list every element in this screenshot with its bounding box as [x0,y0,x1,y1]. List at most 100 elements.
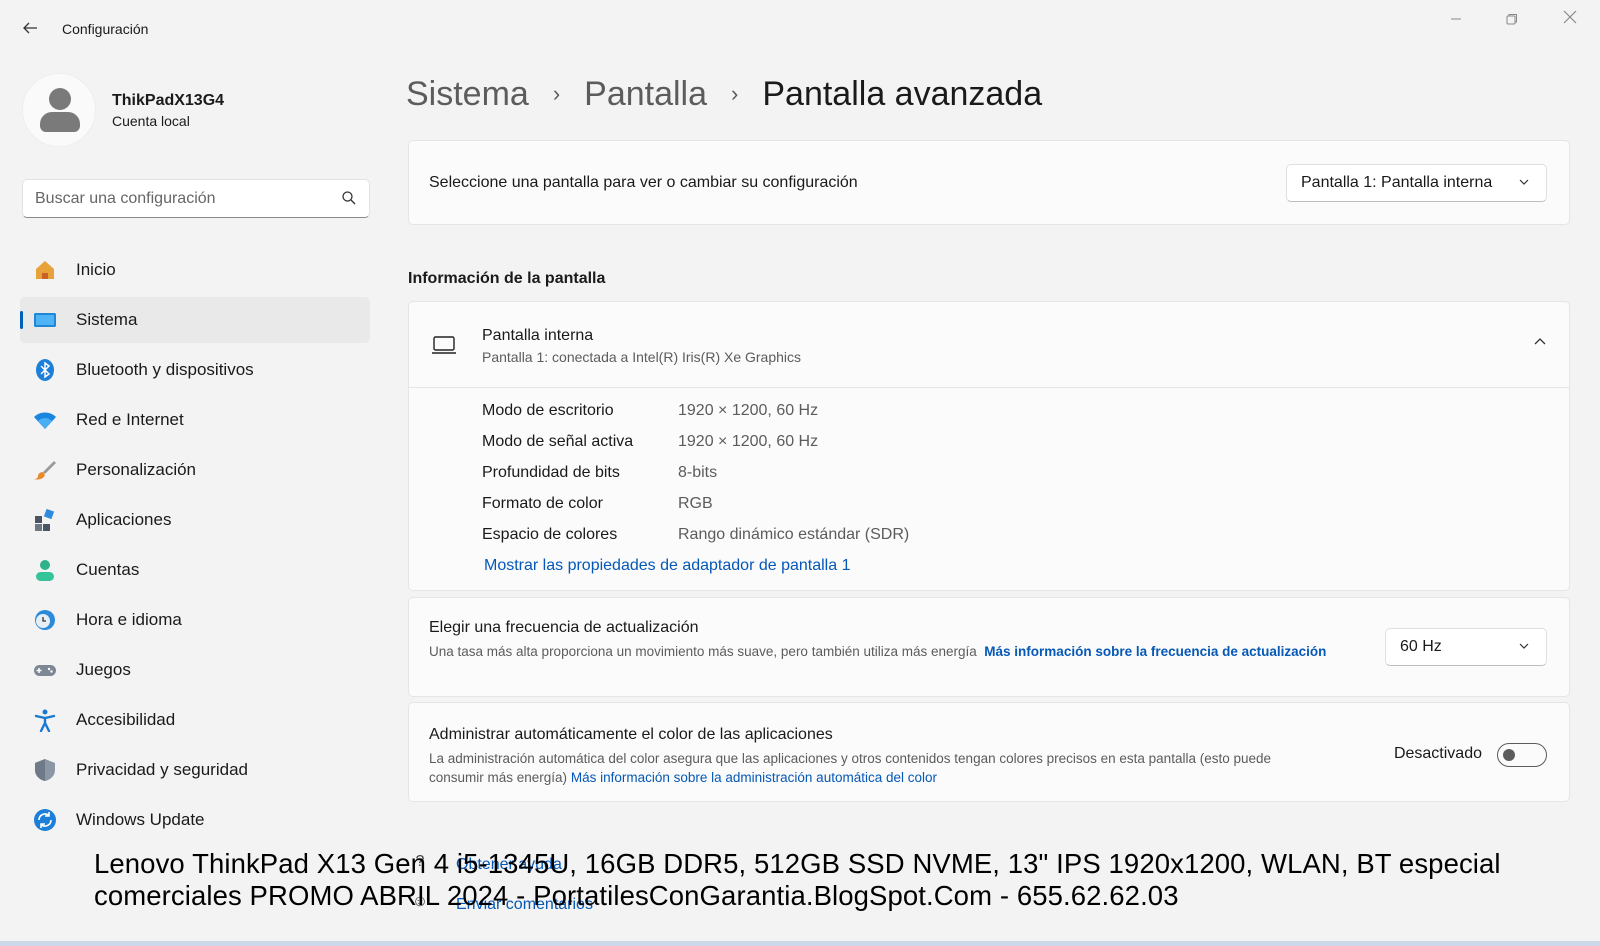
info-value: 8-bits [678,464,718,481]
chevron-down-icon [1519,643,1529,649]
auto-color-title: Administrar automáticamente el color de … [429,726,833,743]
minimize-button[interactable] [1436,8,1476,32]
apps-icon [35,508,55,531]
user-profile[interactable]: ThikPadX13G4 Cuenta local [22,73,362,149]
info-row: Espacio de colores Rango dinámico estánd… [482,526,909,557]
display-info-card: Pantalla interna Pantalla 1: conectada a… [408,301,1570,591]
close-icon [1563,10,1577,24]
auto-color-description: La administración automática del color a… [429,749,1329,787]
breadcrumb-pantalla[interactable]: Pantalla [584,75,707,114]
display-connection: Pantalla 1: conectada a Intel(R) Iris(R)… [482,349,802,365]
sidebar-item-label: Aplicaciones [76,510,172,529]
refresh-rate-learn-more-link[interactable]: Más información sobre la frecuencia de a… [984,644,1326,659]
brush-icon [34,461,56,480]
chevron-right-icon: › [731,81,739,106]
info-key: Formato de color [482,495,603,512]
sidebar-item-sistema[interactable]: Sistema [20,297,370,343]
promo-watermark: Lenovo ThinkPad X13 Gen 4 i5-1345U, 16GB… [94,848,1594,912]
display-info-rows: Modo de escritorio 1920 × 1200, 60 Hz Mo… [482,402,909,557]
sidebar-nav: Inicio Sistema Bluetooth y dispositivos … [20,247,370,847]
chevron-right-icon: › [552,81,561,106]
sidebar-item-label: Inicio [76,260,116,279]
sidebar-item-hora[interactable]: Hora e idioma [20,597,370,643]
display-select-card: Seleccione una pantalla para ver o cambi… [408,140,1570,225]
sidebar-item-aplicaciones[interactable]: Aplicaciones [20,497,370,543]
sidebar-item-label: Windows Update [76,810,205,829]
account-type: Cuenta local [112,113,190,129]
info-key: Modo de señal activa [482,433,634,450]
search-input[interactable] [35,187,325,211]
close-button[interactable] [1550,8,1590,32]
sidebar-item-personalizacion[interactable]: Personalización [20,447,370,493]
search-icon[interactable] [341,190,357,206]
info-row: Formato de color RGB [482,495,909,526]
sidebar-item-label: Red e Internet [76,410,184,429]
update-icon [34,809,56,831]
display-name: Pantalla interna [482,327,594,344]
sidebar-item-label: Juegos [76,660,131,679]
chevron-down-icon [1519,179,1529,185]
info-value: RGB [678,495,713,512]
display-info-header[interactable]: Pantalla interna Pantalla 1: conectada a… [409,302,1569,388]
adapter-properties-link[interactable]: Mostrar las propiedades de adaptador de … [484,557,850,575]
auto-color-toggle[interactable] [1497,743,1547,767]
wifi-icon [34,412,56,429]
sidebar-item-privacidad[interactable]: Privacidad y seguridad [20,747,370,793]
info-value: 1920 × 1200, 60 Hz [678,433,819,450]
breadcrumb-sistema[interactable]: Sistema [406,75,529,114]
system-icon [34,313,56,327]
sidebar-item-label: Cuentas [76,560,140,579]
refresh-rate-value: 60 Hz [1400,638,1442,655]
arrow-left-icon [23,22,37,34]
sidebar-item-label: Accesibilidad [76,710,176,729]
shield-icon [35,759,55,781]
search-box[interactable] [22,179,370,218]
watermark-line-2: comerciales PROMO ABRIL 2024 - Portatile… [94,880,1179,911]
info-row: Modo de escritorio 1920 × 1200, 60 Hz [482,402,909,433]
refresh-rate-dropdown[interactable]: 60 Hz [1385,628,1547,666]
back-button[interactable] [18,18,42,42]
sidebar-item-label: Personalización [76,460,197,479]
info-key: Profundidad de bits [482,464,620,481]
sidebar-item-cuentas[interactable]: Cuentas [20,547,370,593]
home-icon [36,261,54,279]
accessibility-icon [34,709,56,732]
laptop-icon [432,336,456,354]
chevron-up-icon[interactable] [1533,334,1547,348]
sidebar-item-inicio[interactable]: Inicio [20,247,370,293]
accounts-icon [36,560,54,581]
user-name: ThikPadX13G4 [112,92,225,109]
sidebar-item-red[interactable]: Red e Internet [20,397,370,443]
info-key: Espacio de colores [482,526,618,543]
info-row: Modo de señal activa 1920 × 1200, 60 Hz [482,433,909,464]
minimize-icon [1451,18,1461,20]
refresh-rate-description-text: Una tasa más alta proporciona un movimie… [429,644,977,659]
sidebar-item-accesibilidad[interactable]: Accesibilidad [20,697,370,743]
info-value: Rango dinámico estándar (SDR) [678,526,910,543]
app-title: Configuración [62,21,149,37]
sidebar-item-label: Bluetooth y dispositivos [76,360,254,379]
display-dropdown[interactable]: Pantalla 1: Pantalla interna [1286,164,1547,202]
page-title: Pantalla avanzada [762,74,1043,113]
breadcrumb: Sistema › Pantalla › Pantalla avanzada [406,72,1042,116]
display-select-label: Seleccione una pantalla para ver o cambi… [429,174,858,191]
info-value: 1920 × 1200, 60 Hz [678,402,819,419]
auto-color-learn-more-link[interactable]: Más información sobre la administración … [571,770,937,785]
auto-color-toggle-label: Desactivado [1393,745,1482,762]
bluetooth-icon [36,359,54,381]
restore-icon [1506,14,1517,25]
avatar [22,73,96,147]
time-language-icon [35,610,55,630]
sidebar-item-label: Privacidad y seguridad [76,760,248,779]
restore-button[interactable] [1492,8,1532,32]
watermark-line-1: Lenovo ThinkPad X13 Gen 4 i5-1345U, 16GB… [94,848,1501,879]
display-dropdown-value: Pantalla 1: Pantalla interna [1301,174,1493,191]
sidebar-item-bluetooth[interactable]: Bluetooth y dispositivos [20,347,370,393]
sidebar-item-windows-update[interactable]: Windows Update [20,797,370,843]
sidebar-item-juegos[interactable]: Juegos [20,647,370,693]
sidebar-item-label: Hora e idioma [76,610,182,629]
info-row: Profundidad de bits 8-bits [482,464,909,495]
sidebar-item-label: Sistema [76,310,138,329]
auto-color-card: Administrar automáticamente el color de … [408,702,1570,802]
refresh-rate-card: Elegir una frecuencia de actualización U… [408,597,1570,697]
